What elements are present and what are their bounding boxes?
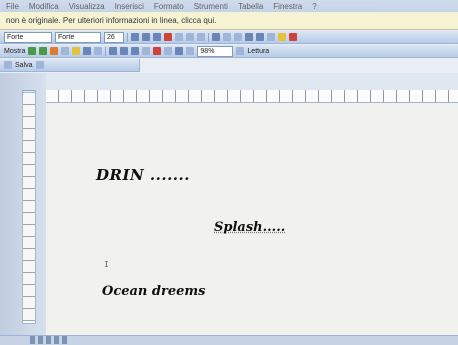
doc-line-ocean[interactable]: Ocean dreems [102,284,205,299]
open-icon[interactable] [120,47,129,55]
drawing-icon[interactable] [175,47,184,55]
doc-line-drin[interactable]: DRIN ....... [96,166,190,184]
align-right-icon[interactable] [186,33,194,41]
reviewing-pane-icon[interactable] [94,47,103,55]
salva-button[interactable]: Salva [15,62,33,69]
bullets-icon[interactable] [234,33,242,41]
ibeam-cursor-icon: I [104,260,109,269]
previous-icon[interactable] [61,47,70,55]
table-icon[interactable] [153,47,162,55]
track-changes-icon[interactable] [83,47,92,55]
separator [127,32,128,42]
underline-icon[interactable] [153,33,161,41]
view-mode-buttons[interactable] [30,336,70,344]
menu-help[interactable]: ? [312,2,316,11]
font-color-icon[interactable] [289,33,297,41]
formatting-toolbar: Forte Forte 26 [0,31,458,44]
next-change-icon[interactable] [39,47,48,55]
line-spacing-icon[interactable] [212,33,220,41]
increase-indent-icon[interactable] [256,33,264,41]
help-icon[interactable] [236,47,245,55]
justify-icon[interactable] [197,33,205,41]
zoom-combo[interactable]: 98% [197,45,234,57]
print-icon[interactable] [142,47,151,55]
reject-change-icon[interactable] [50,47,59,55]
extra-toolbar: Salva [0,59,140,72]
info-bar-text[interactable]: non è originale. Per ulteriori informazi… [6,16,216,25]
document-page[interactable] [46,103,458,335]
horizontal-ruler[interactable] [46,90,458,103]
menu-bar: File Modifica Visualizza Inserisci Forma… [0,0,458,12]
menu-strumenti[interactable]: Strumenti [194,2,228,11]
doc-line-splash[interactable]: Splash..... [214,220,285,235]
separator [105,46,107,56]
columns-icon[interactable] [164,47,173,55]
align-left-icon[interactable] [164,33,172,41]
decrease-indent-icon[interactable] [245,33,253,41]
separator [208,32,209,42]
bold-icon[interactable] [131,33,139,41]
menu-formato[interactable]: Formato [154,2,184,11]
highlight-icon[interactable] [278,33,286,41]
standard-toolbar: Mostra 98% Lettura [0,45,458,58]
mostra-button[interactable]: Mostra [4,48,25,55]
info-bar[interactable]: non è originale. Per ulteriori informazi… [0,12,458,30]
vertical-ruler[interactable] [22,92,36,324]
align-center-icon[interactable] [175,33,183,41]
font-combo[interactable]: Forte [55,31,101,43]
word-window: File Modifica Visualizza Inserisci Forma… [0,0,458,345]
comment-icon[interactable] [72,47,81,55]
menu-file[interactable]: File [6,2,19,11]
dropdown-icon[interactable] [35,61,44,69]
pilcrow-icon[interactable] [186,47,195,55]
new-icon[interactable] [109,47,118,55]
accept-change-icon[interactable] [28,47,37,55]
lettura-button[interactable]: Lettura [247,48,269,55]
menu-tabella[interactable]: Tabella [238,2,263,11]
numbering-icon[interactable] [223,33,231,41]
menu-icon[interactable] [4,61,12,69]
italic-icon[interactable] [142,33,150,41]
style-combo[interactable]: Forte [4,31,52,43]
menu-inserisci[interactable]: Inserisci [115,2,144,11]
border-icon[interactable] [267,33,275,41]
ruler-background [46,73,458,90]
menu-visualizza[interactable]: Visualizza [69,2,105,11]
size-combo[interactable]: 26 [104,31,124,43]
menu-finestra[interactable]: Finestra [273,2,302,11]
menu-modifica[interactable]: Modifica [29,2,59,11]
save-icon[interactable] [131,47,140,55]
